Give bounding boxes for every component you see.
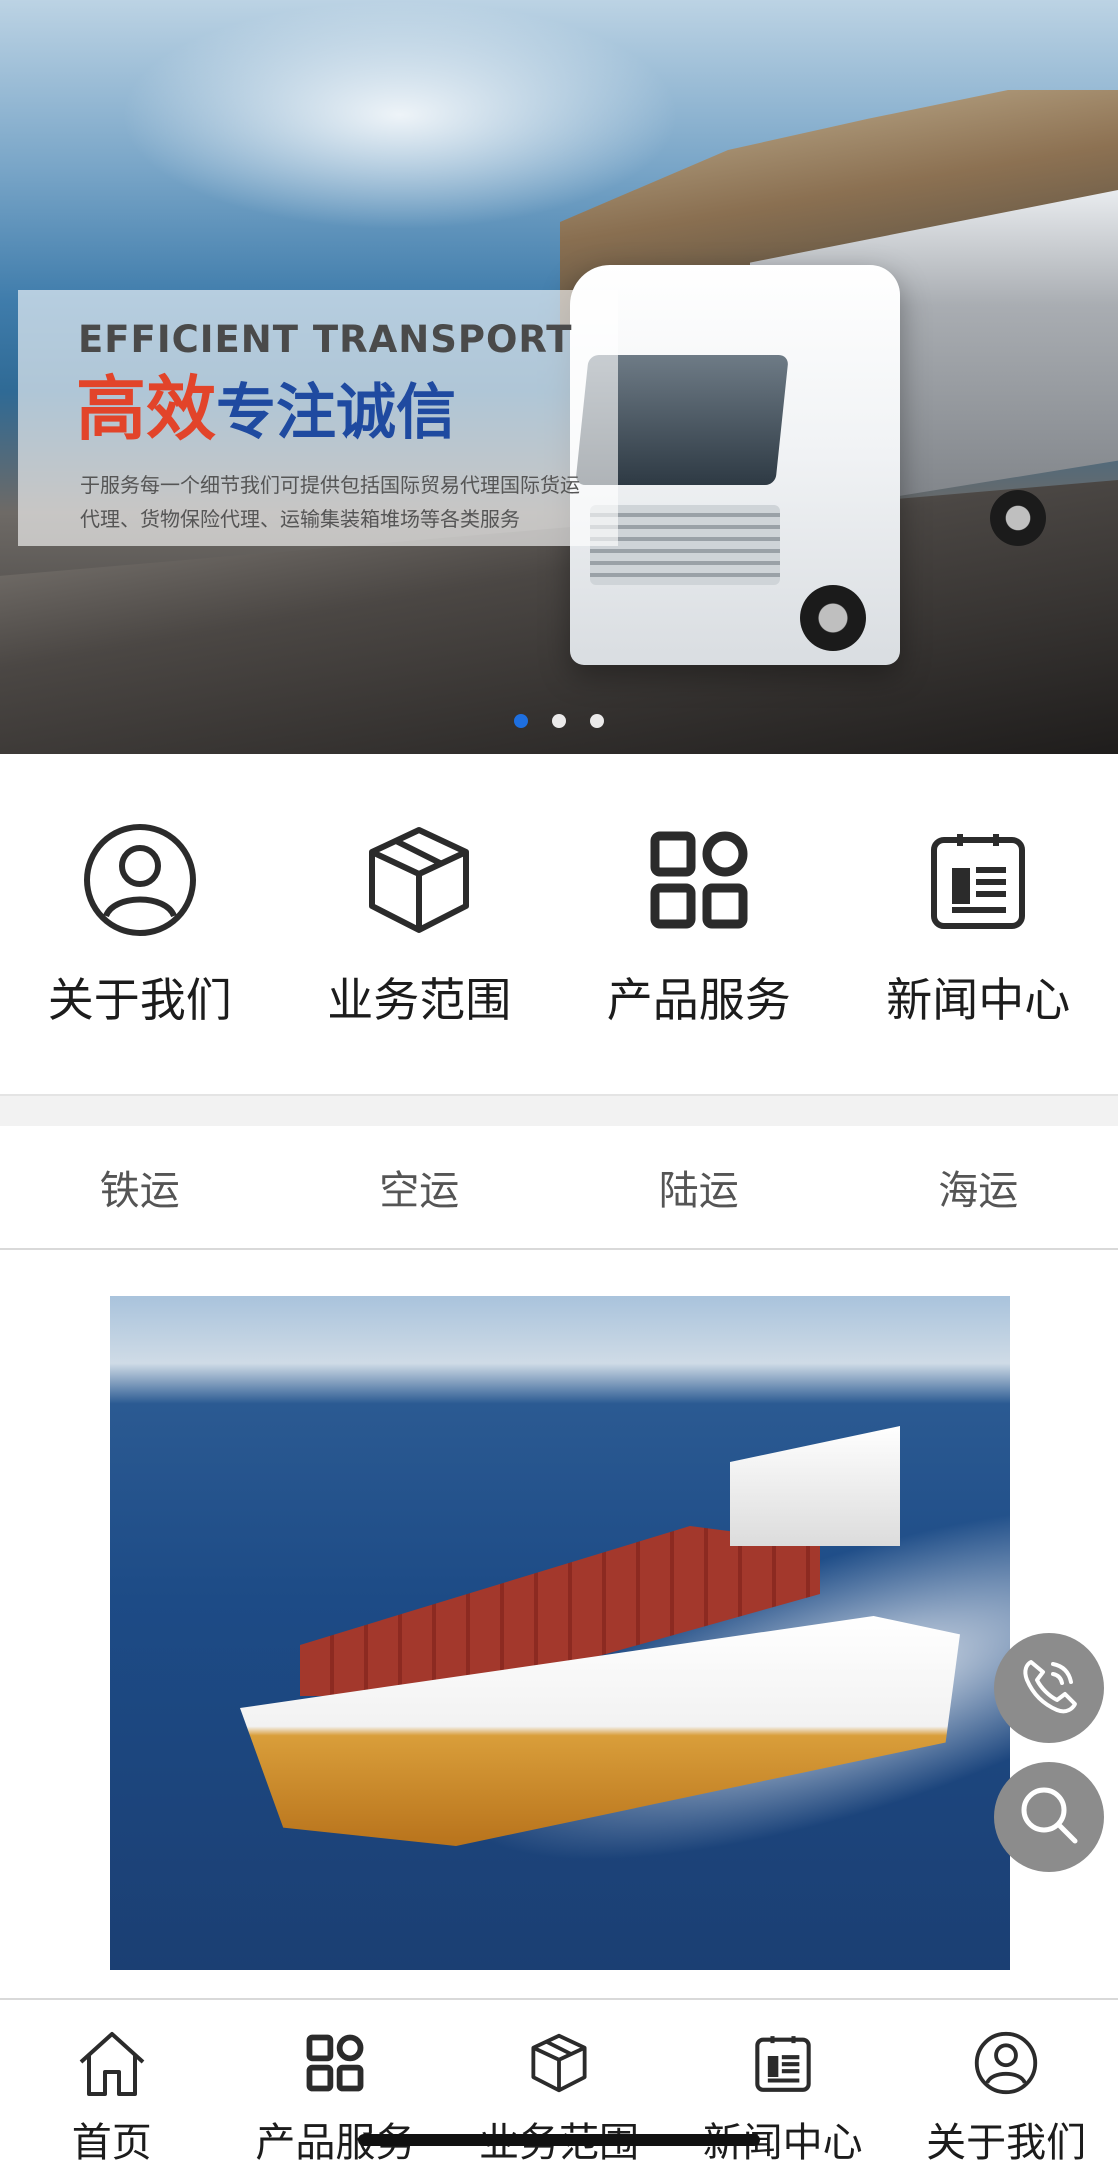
bottom-nav-business[interactable]: 业务范围 [447, 2000, 671, 2178]
sky-glow [120, 0, 680, 230]
bottom-nav-label: 首页 [72, 2110, 152, 2168]
news-icon [746, 2026, 820, 2100]
quick-nav-label: 新闻中心 [886, 964, 1070, 1030]
bottom-nav-home[interactable]: 首页 [0, 2000, 224, 2178]
box-icon [359, 820, 479, 940]
grid-icon [298, 2026, 372, 2100]
hero-cn-title-blue: 专注诚信 [216, 378, 456, 448]
tab-sea[interactable]: 海运 [839, 1126, 1118, 1248]
hero-subtitle-line: 代理、货物保险代理、运输集装箱堆场等各类服务 [80, 502, 640, 536]
search-button[interactable] [994, 1762, 1104, 1872]
quick-nav-news[interactable]: 新闻中心 [839, 760, 1118, 1090]
grid-icon [639, 820, 759, 940]
tab-rail[interactable]: 铁运 [0, 1126, 280, 1248]
user-icon [80, 820, 200, 940]
quick-nav-label: 业务范围 [327, 964, 511, 1030]
hero-banner[interactable]: EFFICIENT TRANSPORT 高效专注诚信 于服务每一个细节我们可提供… [0, 0, 1118, 754]
truck-wheel [800, 585, 866, 651]
ship-bridge [730, 1426, 900, 1546]
truck-wheel [990, 490, 1046, 546]
home-indicator[interactable] [358, 2134, 760, 2146]
section-divider [0, 1094, 1118, 1126]
carousel-dot-active[interactable] [514, 714, 528, 728]
bottom-nav-about[interactable]: 关于我们 [894, 2000, 1118, 2178]
quick-nav: 关于我们 业务范围 产品服务 新闻中心 [0, 760, 1118, 1090]
bottom-nav-products[interactable]: 产品服务 [224, 2000, 448, 2178]
bottom-nav-news[interactable]: 新闻中心 [671, 2000, 895, 2178]
hero-cn-title: 高效专注诚信 [76, 374, 456, 444]
phone-icon [1017, 1654, 1081, 1722]
bottom-nav-label: 关于我们 [926, 2110, 1086, 2168]
tab-air[interactable]: 空运 [280, 1126, 560, 1248]
cargo-ship-image[interactable] [110, 1296, 1010, 1970]
quick-nav-business[interactable]: 业务范围 [280, 760, 560, 1090]
quick-nav-products[interactable]: 产品服务 [559, 760, 839, 1090]
carousel-dot[interactable] [552, 714, 566, 728]
home-icon [75, 2026, 149, 2100]
user-icon [969, 2026, 1043, 2100]
bottom-nav: 首页 产品服务 业务范围 新闻中心 [0, 1998, 1118, 2178]
search-icon [1017, 1783, 1081, 1851]
quick-nav-about[interactable]: 关于我们 [0, 760, 280, 1090]
transport-tabs: 铁运 空运 陆运 海运 [0, 1126, 1118, 1250]
carousel-dots [0, 714, 1118, 728]
hero-cn-title-red: 高效 [76, 368, 216, 450]
tab-land[interactable]: 陆运 [559, 1126, 839, 1248]
news-icon [918, 820, 1038, 940]
hero-subtitle-line: 于服务每一个细节我们可提供包括国际贸易代理国际货运 [80, 468, 640, 502]
carousel-dot[interactable] [590, 714, 604, 728]
quick-nav-label: 关于我们 [48, 964, 232, 1030]
quick-nav-label: 产品服务 [607, 964, 791, 1030]
hero-subtitle: 于服务每一个细节我们可提供包括国际贸易代理国际货运 代理、货物保险代理、运输集装… [80, 468, 640, 536]
box-icon [522, 2026, 596, 2100]
hero-eng-title: EFFICIENT TRANSPORT [78, 318, 573, 361]
phone-button[interactable] [994, 1633, 1104, 1743]
